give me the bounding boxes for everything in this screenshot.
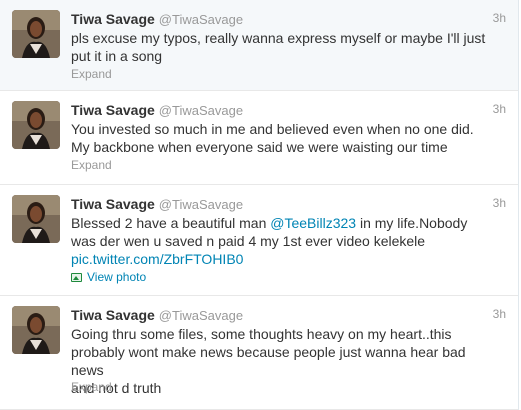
tweet-timestamp[interactable]: 3h — [493, 102, 506, 116]
tweet-text: Blessed 2 have a beautiful man @TeeBillz… — [71, 214, 501, 268]
author-handle[interactable]: @TiwaSavage — [159, 103, 243, 118]
tweet-header: Tiwa Savage @TiwaSavage — [71, 195, 243, 214]
author-handle[interactable]: @TiwaSavage — [159, 197, 243, 212]
tweet-text-line: My backbone when everyone said we were w… — [71, 139, 448, 155]
tweet-text-line: pls excuse my typos, really wanna expres… — [71, 30, 486, 46]
tweet-item[interactable]: Tiwa Savage @TiwaSavage 3h pls excuse my … — [0, 0, 518, 91]
tweet-text-line: put it in a song — [71, 48, 163, 64]
tweet-timeline: Tiwa Savage @TiwaSavage 3h pls excuse my … — [0, 0, 519, 410]
tweet-text-line: Going thru some files, some thoughts hea… — [71, 326, 452, 342]
tweet-text-segment: Blessed 2 have a beautiful man — [71, 215, 271, 231]
author-handle[interactable]: @TiwaSavage — [159, 12, 243, 27]
tweet-item[interactable]: Tiwa Savage @TiwaSavage 3h Blessed 2 have… — [0, 185, 518, 296]
view-photo-link[interactable]: View photo — [71, 270, 146, 284]
author-name[interactable]: Tiwa Savage — [71, 11, 155, 27]
avatar[interactable] — [12, 195, 60, 243]
author-handle[interactable]: @TiwaSavage — [159, 308, 243, 323]
mention-link[interactable]: @TeeBillz323 — [270, 215, 356, 231]
tweet-item[interactable]: Tiwa Savage @TiwaSavage 3h Going thru som… — [0, 296, 518, 410]
tweet-text-line: Blessed 2 have a beautiful man @TeeBillz… — [71, 214, 501, 232]
view-photo-label: View photo — [87, 270, 147, 284]
tweet-text-segment: in my life.Nobody — [356, 215, 468, 231]
tweet-text-line: probably wont make news because people j… — [71, 344, 466, 378]
tweet-timestamp[interactable]: 3h — [493, 196, 506, 210]
expand-link[interactable]: Expand — [71, 158, 112, 172]
tweet-header: Tiwa Savage @TiwaSavage — [71, 10, 243, 29]
tweet-item[interactable]: Tiwa Savage @TiwaSavage 3h You invested s… — [0, 91, 518, 185]
avatar[interactable] — [12, 101, 60, 149]
avatar[interactable] — [12, 306, 60, 354]
tweet-text-line: and not d truth — [71, 380, 162, 396]
author-name[interactable]: Tiwa Savage — [71, 196, 155, 212]
tweet-timestamp[interactable]: 3h — [493, 11, 506, 25]
tweet-text-line: You invested so much in me and believed … — [71, 121, 474, 137]
tweet-header: Tiwa Savage @TiwaSavage — [71, 306, 243, 325]
tweet-header: Tiwa Savage @TiwaSavage — [71, 101, 243, 120]
expand-link[interactable]: Expand — [71, 67, 112, 81]
photo-link[interactable]: pic.twitter.com/ZbrFTOHIB0 — [71, 250, 501, 268]
avatar[interactable] — [12, 10, 60, 58]
photo-icon — [71, 272, 82, 282]
expand-link[interactable]: Expand — [71, 380, 112, 394]
author-name[interactable]: Tiwa Savage — [71, 307, 155, 323]
tweet-text: You invested so much in me and believed … — [71, 120, 501, 156]
tweet-text: Going thru some files, some thoughts hea… — [71, 325, 501, 397]
tweet-timestamp[interactable]: 3h — [493, 307, 506, 321]
author-name[interactable]: Tiwa Savage — [71, 102, 155, 118]
tweet-text-line: was der wen u saved n paid 4 my 1st ever… — [71, 233, 426, 249]
tweet-text: pls excuse my typos, really wanna expres… — [71, 29, 501, 65]
